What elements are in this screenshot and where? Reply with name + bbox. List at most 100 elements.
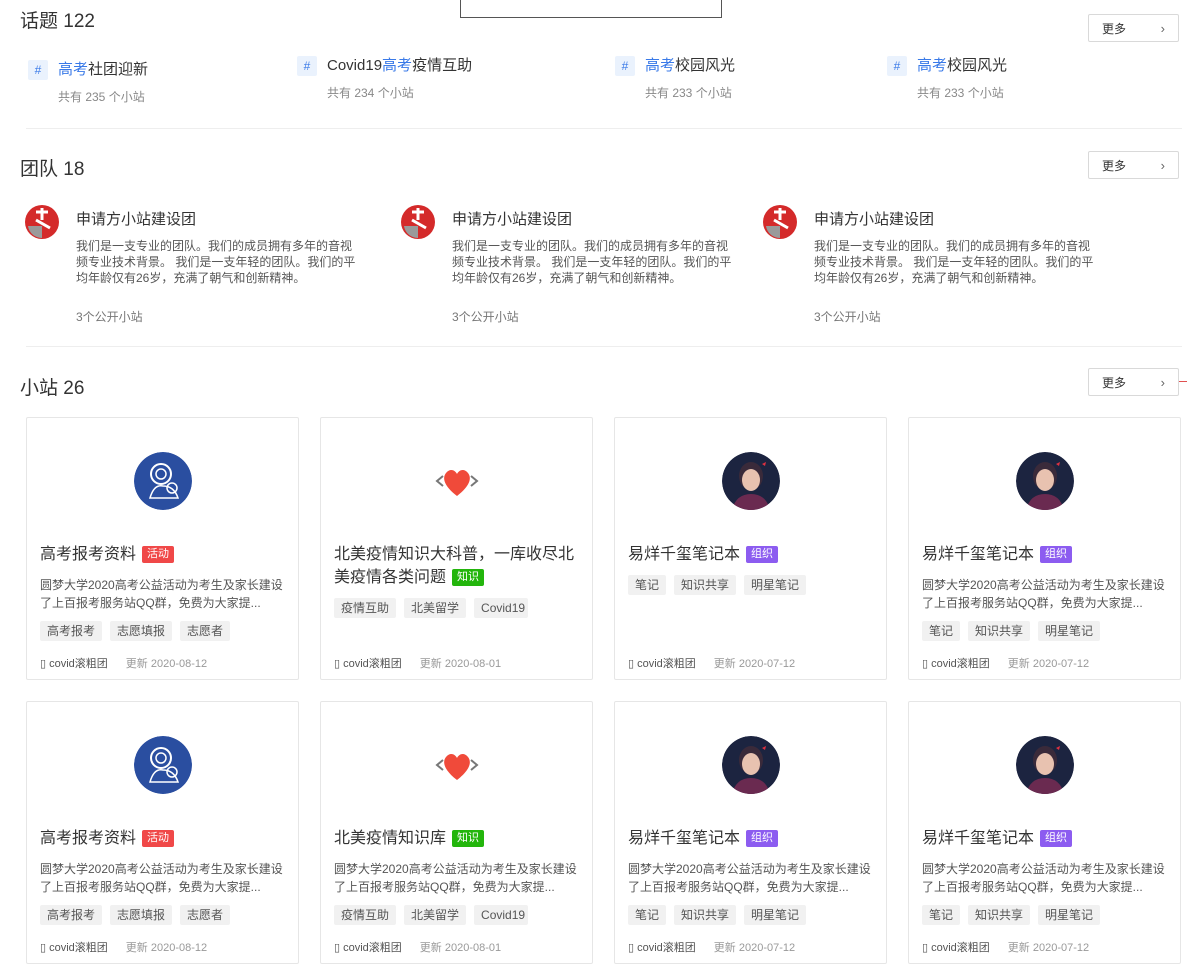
teams-title: 团队 18 xyxy=(20,159,85,180)
site-author: covid滚粗团 xyxy=(637,658,696,670)
topic-count: 共有 233 个小站 xyxy=(645,86,732,100)
hash-icon: # xyxy=(615,56,635,76)
team-name: 申请方小站建设团 xyxy=(814,211,935,228)
site-updated: 更新 2020-08-01 xyxy=(419,942,502,954)
topics-more-button[interactable]: 更多 › xyxy=(1088,14,1179,42)
tag[interactable]: Covid19 xyxy=(474,905,529,925)
tag[interactable]: 笔记 xyxy=(628,905,667,925)
site-author: covid滚粗团 xyxy=(49,658,108,670)
site-description: 圆梦大学2020高考公益活动为考生及家长建设了上百报考服务站QQ群，免费为大家提… xyxy=(334,862,577,894)
person-avatar-icon xyxy=(1016,736,1074,794)
topic-name: 高考校园风光 xyxy=(917,57,1008,74)
tag[interactable]: 北美留学 xyxy=(404,905,467,925)
tag[interactable]: 知识共享 xyxy=(968,905,1031,925)
site-title: 北美疫情知识大科普，一库收尽北美疫情各类问题 知识 xyxy=(334,546,575,586)
tag[interactable]: 志愿填报 xyxy=(110,621,173,641)
tag[interactable]: 高考报考 xyxy=(40,621,103,641)
team-logo-icon xyxy=(401,205,435,239)
site-author: covid滚粗团 xyxy=(931,658,990,670)
divider xyxy=(26,346,1182,347)
site-updated: 更新 2020-08-12 xyxy=(125,942,208,954)
topic-name: 高考校园风光 xyxy=(645,57,736,74)
heart-puzzle-icon xyxy=(428,452,486,510)
topic-count: 共有 235 个小站 xyxy=(58,90,145,104)
site-description: 圆梦大学2020高考公益活动为考生及家长建设了上百报考服务站QQ群，免费为大家提… xyxy=(40,862,283,894)
chevron-right-icon: › xyxy=(1160,374,1165,390)
site-card[interactable]: 北美疫情知识库 知识 圆梦大学2020高考公益活动为考生及家长建设了上百报考服务站… xyxy=(320,701,593,964)
site-title: 北美疫情知识库 知识 xyxy=(334,827,584,850)
search-box[interactable] xyxy=(460,0,722,18)
topic-name: Covid19高考疫情互助 xyxy=(327,57,473,74)
chevron-right-icon: › xyxy=(1160,20,1165,36)
tag[interactable]: 知识共享 xyxy=(968,621,1031,641)
topic-count: 共有 233 个小站 xyxy=(917,86,1004,100)
tag[interactable]: 笔记 xyxy=(628,575,667,595)
tag[interactable]: 笔记 xyxy=(922,905,961,925)
team-description: 我们是一支专业的团队。我们的成员拥有多年的音视频专业技术背景。 我们是一支年轻的… xyxy=(814,239,1094,285)
tag[interactable]: 明星笔记 xyxy=(744,575,807,595)
tag[interactable]: 志愿者 xyxy=(180,621,231,641)
tag[interactable]: 志愿者 xyxy=(180,905,231,925)
tag[interactable]: 疫情互助 xyxy=(334,598,397,618)
tag[interactable]: 明星笔记 xyxy=(744,905,807,925)
sites-more-button[interactable]: 更多 › xyxy=(1088,368,1179,396)
topic-count: 共有 234 个小站 xyxy=(327,86,414,100)
tag[interactable]: 高考报考 xyxy=(40,905,103,925)
site-card[interactable]: 易烊千玺笔记本 组织 圆梦大学2020高考公益活动为考生及家长建设了上百报考服务站… xyxy=(908,701,1181,964)
site-meta: ▯ covid滚粗团 更新 2020-07-12 xyxy=(922,942,1090,954)
site-meta: ▯ covid滚粗团 更新 2020-08-12 xyxy=(40,942,208,954)
site-title: 高考报考资料 活动 xyxy=(40,827,290,850)
chevron-right-icon: › xyxy=(1160,157,1165,173)
divider xyxy=(26,128,1182,129)
site-badge: 组织 xyxy=(746,830,779,847)
site-card[interactable]: 高考报考资料 活动 圆梦大学2020高考公益活动为考生及家长建设了上百报考服务站Q… xyxy=(26,701,299,964)
scroll-indicator xyxy=(1179,381,1187,382)
tag[interactable]: 笔记 xyxy=(922,621,961,641)
tag[interactable]: Covid19 xyxy=(474,598,529,618)
site-badge: 组织 xyxy=(1040,830,1073,847)
tag[interactable]: 知识共享 xyxy=(674,575,737,595)
tag[interactable]: 疫情互助 xyxy=(334,905,397,925)
site-badge: 知识 xyxy=(452,830,485,847)
site-meta: ▯ covid滚粗团 更新 2020-08-01 xyxy=(334,942,502,954)
site-description: 圆梦大学2020高考公益活动为考生及家长建设了上百报考服务站QQ群，免费为大家提… xyxy=(628,862,871,894)
site-updated: 更新 2020-07-12 xyxy=(1007,942,1090,954)
site-title: 高考报考资料 活动 xyxy=(40,543,290,566)
teams-more-button[interactable]: 更多 › xyxy=(1088,151,1179,179)
tag[interactable]: 北美留学 xyxy=(404,598,467,618)
team-sites-count: 3个公开小站 xyxy=(814,310,881,324)
site-card[interactable]: 高考报考资料 活动 圆梦大学2020高考公益活动为考生及家长建设了上百报考服务站Q… xyxy=(26,417,299,680)
site-meta: ▯ covid滚粗团 更新 2020-08-12 xyxy=(40,658,208,670)
site-meta: ▯ covid滚粗团 更新 2020-07-12 xyxy=(628,658,796,670)
site-badge: 组织 xyxy=(746,546,779,563)
site-title: 易烊千玺笔记本 组织 xyxy=(628,827,878,850)
team-sites-count: 3个公开小站 xyxy=(452,310,519,324)
site-updated: 更新 2020-07-12 xyxy=(1007,658,1090,670)
site-title: 易烊千玺笔记本 组织 xyxy=(922,543,1172,566)
site-title: 易烊千玺笔记本 组织 xyxy=(628,543,878,566)
astronaut-avatar-icon xyxy=(134,452,192,510)
site-author: covid滚粗团 xyxy=(931,942,990,954)
person-avatar-icon xyxy=(1016,452,1074,510)
site-card[interactable]: 易烊千玺笔记本 组织 笔记 知识共享 明星笔记 ▯ covid滚粗团 更新 2020… xyxy=(614,417,887,680)
site-card[interactable]: 北美疫情知识大科普，一库收尽北美疫情各类问题 知识 疫情互助 北美留学 Covid… xyxy=(320,417,593,680)
team-sites-count: 3个公开小站 xyxy=(76,310,143,324)
site-updated: 更新 2020-08-01 xyxy=(419,658,502,670)
site-description: 圆梦大学2020高考公益活动为考生及家长建设了上百报考服务站QQ群，免费为大家提… xyxy=(40,578,283,610)
tag[interactable]: 志愿填报 xyxy=(110,905,173,925)
hash-icon: # xyxy=(887,56,907,76)
site-badge: 活动 xyxy=(142,546,175,563)
site-card[interactable]: 易烊千玺笔记本 组织 圆梦大学2020高考公益活动为考生及家长建设了上百报考服务站… xyxy=(908,417,1181,680)
site-meta: ▯ covid滚粗团 更新 2020-07-12 xyxy=(922,658,1090,670)
site-badge: 活动 xyxy=(142,830,175,847)
site-updated: 更新 2020-08-12 xyxy=(125,658,208,670)
team-description: 我们是一支专业的团队。我们的成员拥有多年的音视频专业技术背景。 我们是一支年轻的… xyxy=(452,239,732,285)
tag[interactable]: 明星笔记 xyxy=(1038,621,1101,641)
tag[interactable]: 明星笔记 xyxy=(1038,905,1101,925)
site-updated: 更新 2020-07-12 xyxy=(713,658,796,670)
site-title: 易烊千玺笔记本 组织 xyxy=(922,827,1172,850)
site-author: covid滚粗团 xyxy=(343,658,402,670)
tag[interactable]: 知识共享 xyxy=(674,905,737,925)
site-description: 圆梦大学2020高考公益活动为考生及家长建设了上百报考服务站QQ群，免费为大家提… xyxy=(922,862,1165,894)
site-card[interactable]: 易烊千玺笔记本 组织 圆梦大学2020高考公益活动为考生及家长建设了上百报考服务站… xyxy=(614,701,887,964)
